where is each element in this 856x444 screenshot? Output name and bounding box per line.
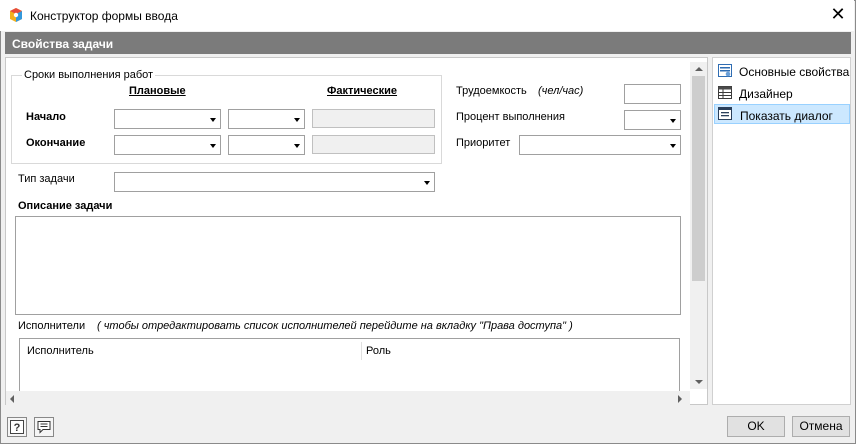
side-item-main-properties[interactable]: Основные свойства	[714, 61, 850, 81]
priority-label: Приоритет	[456, 137, 511, 149]
labor-label: Трудоемкость	[456, 85, 527, 97]
column-header-executor[interactable]: Исполнитель	[27, 345, 94, 357]
end-label: Окончание	[26, 137, 86, 149]
actual-header: Фактические	[327, 85, 398, 97]
svg-text:?: ?	[14, 422, 21, 434]
comment-button[interactable]	[34, 417, 54, 437]
side-item-label: Основные свойства	[739, 65, 850, 79]
description-input[interactable]	[15, 216, 681, 315]
end-plan-date[interactable]	[114, 135, 221, 155]
help-icon: ?	[10, 420, 24, 434]
executors-table[interactable]: Исполнитель Роль	[19, 338, 680, 392]
table-designer-icon	[718, 86, 732, 99]
labor-unit: (чел/час)	[538, 85, 584, 97]
side-item-label: Дизайнер	[739, 87, 793, 101]
start-plan-date[interactable]	[114, 109, 221, 129]
task-type-combo[interactable]	[114, 172, 435, 192]
planned-header: Плановые	[129, 85, 186, 97]
terms-group-title: Сроки выполнения работ	[22, 69, 156, 81]
close-button[interactable]: ✕	[824, 3, 852, 27]
chevron-down-icon	[205, 136, 220, 154]
settings-form-icon	[718, 64, 732, 77]
scroll-down-icon[interactable]	[695, 380, 703, 384]
chevron-down-icon	[289, 110, 304, 128]
chevron-down-icon	[289, 136, 304, 154]
column-divider	[361, 342, 362, 360]
start-actual-field	[312, 109, 435, 128]
task-type-label: Тип задачи	[18, 173, 75, 185]
horizontal-scrollbar[interactable]	[6, 391, 690, 406]
end-plan-time[interactable]	[228, 135, 305, 155]
scroll-left-icon[interactable]	[10, 395, 14, 403]
chevron-down-icon	[205, 110, 220, 128]
executors-label: Исполнители	[18, 320, 86, 332]
percent-label: Процент выполнения	[456, 111, 565, 123]
percent-combo[interactable]	[624, 110, 681, 130]
window-title: Конструктор формы ввода	[30, 9, 178, 23]
end-actual-field	[312, 135, 435, 154]
side-item-designer[interactable]: Дизайнер	[714, 83, 850, 103]
chevron-down-icon	[665, 136, 680, 154]
dialog-icon	[718, 107, 732, 120]
scroll-right-icon[interactable]	[678, 395, 682, 403]
cancel-button[interactable]: Отмена	[792, 416, 850, 437]
description-label: Описание задачи	[18, 200, 113, 212]
side-item-show-dialog[interactable]: Показать диалог	[714, 104, 850, 124]
help-button[interactable]: ?	[7, 417, 27, 437]
section-header: Свойства задачи	[5, 32, 851, 54]
priority-combo[interactable]	[519, 135, 681, 155]
ok-button[interactable]: OK	[727, 416, 785, 437]
app-logo-icon	[10, 8, 22, 22]
executors-hint: ( чтобы отредактировать список исполните…	[97, 320, 573, 332]
chevron-down-icon	[665, 111, 680, 129]
scroll-thumb[interactable]	[692, 76, 705, 281]
vertical-scrollbar[interactable]	[690, 62, 707, 389]
column-header-role[interactable]: Роль	[366, 345, 391, 357]
title-bar: Конструктор формы ввода ✕	[0, 0, 854, 31]
chevron-down-icon	[419, 173, 434, 191]
comment-icon	[37, 421, 51, 434]
start-label: Начало	[26, 111, 66, 123]
close-icon: ✕	[830, 4, 846, 25]
labor-input[interactable]	[624, 84, 681, 104]
scroll-up-icon[interactable]	[695, 67, 703, 71]
start-plan-time[interactable]	[228, 109, 305, 129]
side-item-label: Показать диалог	[740, 109, 833, 123]
